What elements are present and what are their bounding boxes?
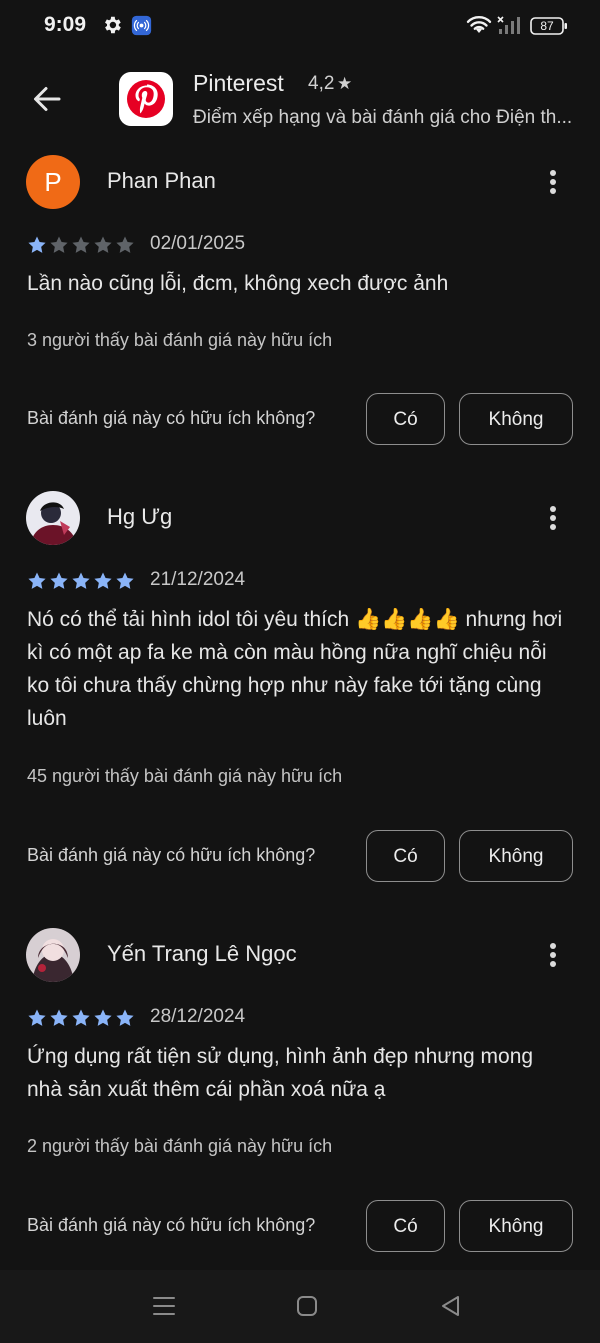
helpful-no-button[interactable]: Không (459, 830, 573, 882)
page-subtitle: Điểm xếp hạng và bài đánh giá cho Điện t… (193, 107, 573, 128)
star-filled-icon (28, 1009, 46, 1026)
battery-icon: 87 (530, 17, 568, 35)
helpful-yes-button[interactable]: Có (366, 830, 445, 882)
helpful-question: Bài đánh giá này có hữu ích không? (27, 408, 316, 428)
helpful-question: Bài đánh giá này có hữu ích không? (27, 1215, 316, 1235)
star-filled-icon (116, 572, 134, 589)
app-name: Pinterest (193, 70, 284, 96)
star-filled-icon (94, 1009, 112, 1026)
helpful-yes-button[interactable]: Có (366, 393, 445, 445)
wifi-icon (466, 16, 492, 33)
pinterest-logo-icon (119, 72, 173, 126)
helpful-no-button[interactable]: Không (459, 1200, 573, 1252)
status-time: 9:09 (44, 13, 87, 36)
star-filled-icon (72, 572, 90, 589)
helpful-count: 45 người thấy bài đánh giá này hữu ích (27, 766, 343, 786)
status-bar: 9:09 87 (0, 0, 600, 54)
star-empty-icon (72, 236, 90, 253)
star-empty-icon (94, 236, 112, 253)
rating-star-icon: ★ (337, 74, 353, 93)
helpful-count: 3 người thấy bài đánh giá này hữu ích (27, 330, 333, 350)
nav-back-icon[interactable] (439, 1294, 461, 1318)
gear-icon (105, 16, 121, 34)
star-filled-icon (28, 572, 46, 589)
home-icon[interactable] (296, 1295, 318, 1317)
star-empty-icon (116, 236, 134, 253)
signal-icon (497, 16, 520, 34)
back-arrow-icon[interactable] (26, 78, 68, 120)
star-rating (27, 235, 135, 255)
review-date: 21/12/2024 (150, 569, 246, 590)
recent-apps-icon[interactable] (152, 1295, 176, 1317)
review-text: Nó có thể tải hình idol tôi yêu thích 👍👍… (27, 608, 563, 730)
avatar-letter: P (26, 155, 80, 209)
star-filled-icon (94, 572, 112, 589)
more-options-icon[interactable] (540, 936, 566, 974)
reviewer-name: Yến Trang Lê Ngọc (107, 941, 297, 966)
star-filled-icon (50, 1009, 68, 1026)
review-date: 28/12/2024 (150, 1006, 246, 1027)
helpful-count: 2 người thấy bài đánh giá này hữu ích (27, 1136, 333, 1156)
reviewer-name: Hg Ưg (107, 504, 173, 529)
system-nav-bar (0, 1270, 600, 1343)
helpful-yes-button[interactable]: Có (366, 1200, 445, 1252)
star-rating (27, 1008, 135, 1028)
star-empty-icon (50, 236, 68, 253)
avatar (26, 928, 80, 982)
helpful-question: Bài đánh giá này có hữu ích không? (27, 845, 316, 865)
cast-icon (131, 15, 152, 36)
more-options-icon[interactable] (540, 163, 566, 201)
avatar (26, 491, 80, 545)
review-date: 02/01/2025 (150, 233, 246, 254)
reviewer-name: Phan Phan (107, 168, 216, 193)
reviews-screen: 9:09 87 Pinterest 4,2 ★ Điểm xếp hạng và… (0, 0, 600, 1343)
star-filled-icon (116, 1009, 134, 1026)
review-text: Lần nào cũng lỗi, đcm, không xech được ả… (27, 272, 449, 295)
app-rating: 4,2 (308, 73, 335, 94)
app-header: Pinterest 4,2 ★ Điểm xếp hạng và bài đán… (0, 60, 600, 140)
review-text: Ứng dụng rất tiện sử dụng, hình ảnh đẹp … (27, 1045, 534, 1101)
star-filled-icon (72, 1009, 90, 1026)
battery-level: 87 (540, 19, 554, 33)
star-filled-icon (28, 236, 46, 253)
avatar: P (26, 155, 80, 209)
star-rating (27, 571, 135, 591)
star-filled-icon (50, 572, 68, 589)
more-options-icon[interactable] (540, 499, 566, 537)
helpful-no-button[interactable]: Không (459, 393, 573, 445)
